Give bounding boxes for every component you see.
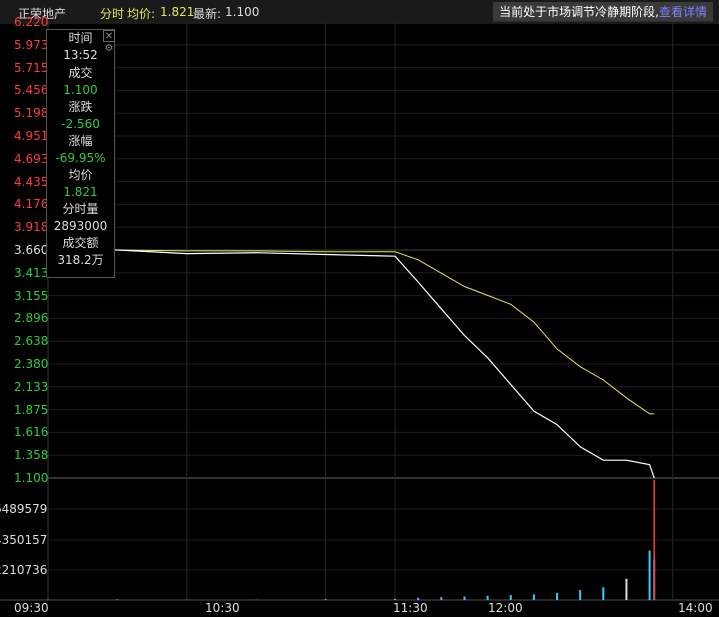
price-tick-label: 2.380 (14, 357, 49, 371)
time-tick-label: 11:30 (393, 601, 428, 615)
price-tick-label: 3.918 (14, 220, 49, 235)
price-tick-label: 4.176 (14, 197, 49, 212)
price-tick-label: 2.896 (14, 311, 49, 326)
price-tick-label: 1.875 (14, 402, 49, 417)
volume-bar (532, 594, 535, 600)
volume-bar (324, 599, 327, 600)
price-tick-label: 3.660 (14, 243, 49, 257)
tooltip-change-label: 涨跌 (68, 100, 93, 114)
tooltip-panel: 时间 13:52 成交 1.100 涨跌 -2.560 涨幅 -69.95% 均… (46, 29, 115, 278)
price-tick-label: 4.693 (14, 151, 49, 166)
volume-bar (440, 597, 443, 600)
price-tick-label: 6.220 (14, 15, 49, 29)
price-tick-label: 2.133 (14, 379, 49, 394)
tooltip-amount-value: 318.2万 (57, 253, 104, 267)
tooltip-deal-label: 成交 (68, 66, 93, 80)
tooltip-pct-label: 涨幅 (68, 134, 93, 148)
volume-bar (255, 599, 258, 600)
price-tick-label: 2.638 (14, 334, 49, 349)
volume-bar (648, 550, 651, 600)
time-tick-label: 14:00 (678, 601, 713, 615)
time-tick-label: 12:00 (488, 601, 523, 615)
tooltip-avg-value: 1.821 (63, 185, 98, 199)
tooltip-change-value: -2.560 (61, 117, 100, 131)
price-tick-label: 1.100 (14, 471, 49, 485)
price-tick-label: 4.951 (14, 129, 49, 143)
price-tick-label: 1.358 (14, 448, 49, 463)
price-tick-label: 5.973 (14, 37, 49, 52)
price-tick-label: 3.413 (14, 265, 49, 280)
tooltip-amount-label: 成交额 (62, 236, 99, 250)
volume-tick-label: 4350157 (0, 533, 48, 547)
tooltip-vol-label: 分时量 (62, 202, 99, 216)
price-tick-label: 3.155 (14, 288, 49, 303)
price-tick-label: 5.715 (14, 60, 49, 75)
gear-icon[interactable]: ⚙ (103, 43, 115, 55)
tooltip-pct-value: -69.95% (55, 151, 106, 165)
volume-bar (417, 597, 420, 600)
volume-bar (463, 596, 466, 600)
volume-tick-label: 2210736 (0, 563, 48, 577)
avg-price-line (48, 249, 655, 415)
price-tick-label: 5.198 (14, 106, 49, 121)
time-tick-label: 09:30 (14, 601, 49, 615)
price-tick-label: 4.435 (14, 174, 49, 189)
volume-tick-label: 6489579 (0, 502, 48, 516)
volume-bar (556, 592, 559, 600)
volume-bar (486, 595, 489, 600)
volume-bar (625, 578, 628, 600)
time-tick-label: 10:30 (205, 601, 240, 615)
close-icon[interactable]: ✕ (103, 30, 115, 42)
volume-bar (394, 598, 397, 600)
volume-bar (509, 595, 512, 600)
price-tick-label: 1.616 (14, 425, 49, 440)
volume-bar (579, 590, 582, 600)
tooltip-deal-value: 1.100 (63, 83, 98, 97)
tooltip-vol-value: 2893000 (53, 219, 108, 233)
tooltip-avg-label: 均价 (68, 168, 93, 182)
price-tick-label: 5.456 (14, 83, 49, 98)
volume-bar (602, 587, 605, 600)
